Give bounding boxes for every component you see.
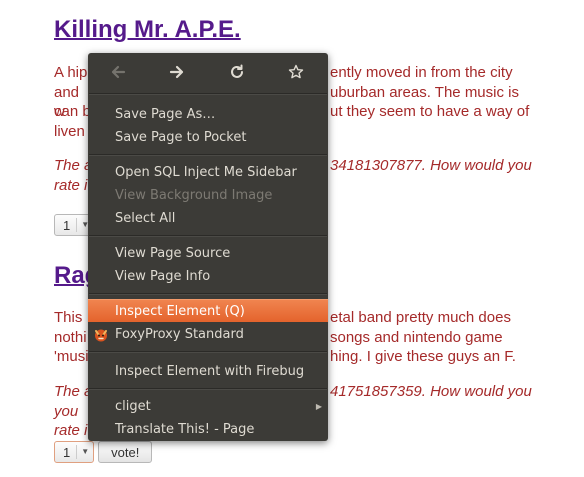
- menu-item-inspect-firebug[interactable]: Inspect Element with Firebug: [88, 360, 328, 383]
- menu-item-inspect-element[interactable]: Inspect Element (Q): [88, 299, 328, 322]
- menu-separator: [89, 388, 327, 390]
- body-text: ut they seem to have a way of: [330, 103, 530, 120]
- foxyproxy-icon: [94, 327, 108, 342]
- menu-separator: [89, 93, 327, 95]
- menu-separator: [89, 351, 327, 353]
- forward-arrow-icon[interactable]: [163, 59, 191, 85]
- menu-item-save-to-pocket[interactable]: Save Page to Pocket: [88, 126, 328, 149]
- submenu-arrow-icon: ▶: [315, 402, 322, 411]
- menu-item-select-all[interactable]: Select All: [88, 207, 328, 230]
- rating-form-2: 1 ▼ vote!: [54, 440, 153, 464]
- rate-prompt: 41751857359. How would you: [330, 383, 532, 400]
- menu-item-view-page-source[interactable]: View Page Source: [88, 242, 328, 265]
- menu-separator: [89, 293, 327, 295]
- menu-item-save-page-as[interactable]: Save Page As…: [88, 103, 328, 126]
- rating-value: 1: [63, 217, 71, 233]
- body-text: hing. I give these guys an F.: [330, 348, 516, 365]
- menu-item-view-page-info[interactable]: View Page Info: [88, 265, 328, 288]
- menu-separator: [89, 154, 327, 156]
- menu-item-translate[interactable]: Translate This! - Page: [88, 418, 328, 441]
- menu-separator: [89, 235, 327, 237]
- back-arrow-icon[interactable]: [104, 59, 132, 85]
- rate-prompt: 34181307877. How would you: [330, 157, 532, 174]
- body-text: uburban areas. The music is: [330, 83, 519, 101]
- menu-item-foxyproxy[interactable]: FoxyProxy Standard: [88, 323, 328, 346]
- article-title-1[interactable]: Killing Mr. A.P.E.: [54, 16, 241, 44]
- dropdown-arrow-icon: ▼: [76, 445, 89, 459]
- menu-item-label: FoxyProxy Standard: [115, 327, 244, 342]
- bookmark-star-icon[interactable]: [282, 59, 310, 85]
- context-menu-navigation: [88, 59, 328, 85]
- body-text: ently moved in from the city: [330, 64, 513, 81]
- vote-button[interactable]: vote!: [98, 441, 153, 463]
- menu-item-cliget[interactable]: cliget ▶: [88, 395, 328, 418]
- menu-item-view-background-image[interactable]: View Background Image: [88, 184, 328, 207]
- body-text: songs and nintendo game: [330, 328, 503, 346]
- rating-select[interactable]: 1 ▼: [54, 441, 95, 463]
- body-text: etal band pretty much does: [330, 309, 511, 326]
- menu-item-sql-inject-me[interactable]: Open SQL Inject Me Sidebar: [88, 161, 328, 184]
- reload-icon[interactable]: [223, 59, 251, 85]
- context-menu: Save Page As… Save Page to Pocket Open S…: [88, 53, 328, 441]
- rating-value: 1: [63, 444, 71, 460]
- menu-item-label: cliget: [115, 399, 151, 414]
